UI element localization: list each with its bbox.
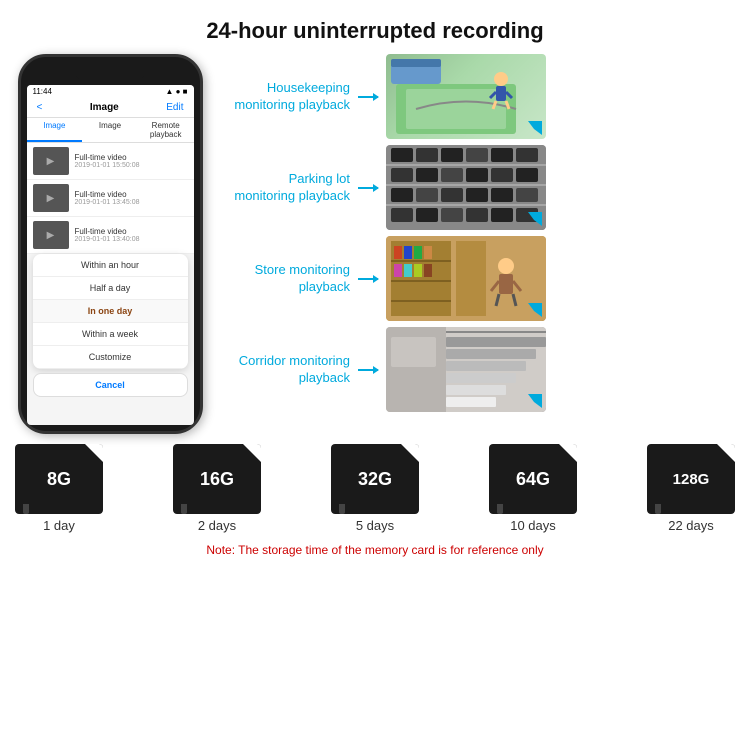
video-thumb-1: ▶: [33, 147, 69, 175]
phone-status-bar: 11:44 ▲ ● ■: [27, 85, 194, 98]
phone-video-item-3: ▶ Full-time video 2019-01-01 13:40:08: [27, 217, 194, 254]
connector-2: [358, 187, 378, 189]
phone-video-item-1: ▶ Full-time video 2019-01-01 15:50:08: [27, 143, 194, 180]
video-title-1: Full-time video: [75, 153, 188, 162]
dropdown-item-2[interactable]: Half a day: [33, 277, 188, 300]
phone-notch: [75, 67, 145, 81]
corner-arrow-4: [528, 394, 542, 408]
corner-arrow-3: [528, 303, 542, 317]
monitoring-image-4: [386, 327, 546, 412]
monitoring-item-2: Parking lotmonitoring playback: [220, 145, 740, 230]
storage-card-128g: 128G 22 days: [647, 444, 735, 533]
video-thumb-2: ▶: [33, 184, 69, 212]
storage-card-64g: 64G 10 days: [489, 444, 577, 533]
corner-arrow-1: [528, 121, 542, 135]
connector-4: [358, 369, 378, 371]
sd-notch-1: [23, 504, 29, 514]
store-scene-svg: [386, 236, 546, 321]
child-scene-svg: [386, 54, 546, 139]
connector-3: [358, 278, 378, 280]
phone-tabs: Image Image Remote playback: [27, 118, 194, 143]
video-title-3: Full-time video: [75, 227, 188, 236]
corner-arrow-2: [528, 212, 542, 226]
phone-video-item-2: ▶ Full-time video 2019-01-01 13:45:08: [27, 180, 194, 217]
dropdown-item-3[interactable]: In one day: [33, 300, 188, 323]
monitoring-label-1: Housekeepingmonitoring playback: [220, 80, 350, 114]
monitoring-item-3: Store monitoringplayback: [220, 236, 740, 321]
sd-size-3: 32G: [358, 469, 392, 490]
sd-size-2: 16G: [200, 469, 234, 490]
phone-signal: ▲ ● ■: [165, 87, 187, 96]
sd-notch-3: [339, 504, 345, 514]
dropdown-item-5[interactable]: Customize: [33, 346, 188, 369]
video-thumb-3: ▶: [33, 221, 69, 249]
monitoring-section: Housekeepingmonitoring playback: [220, 54, 740, 434]
storage-days-3: 5 days: [356, 518, 394, 533]
monitoring-item-4: Corridor monitoringplayback: [220, 327, 740, 412]
storage-section: 8G 1 day 16G 2 days 32G 5 days 64G 10 da…: [0, 434, 750, 557]
phone-screen-title: Image: [90, 102, 119, 113]
storage-days-5: 22 days: [668, 518, 714, 533]
phone-mockup: 11:44 ▲ ● ■ < Image Edit Image Image Rem…: [10, 54, 210, 434]
video-info-2: Full-time video 2019-01-01 13:45:08: [75, 190, 188, 206]
storage-card-8g: 8G 1 day: [15, 444, 103, 533]
video-date-1: 2019-01-01 15:50:08: [75, 162, 188, 169]
video-info-1: Full-time video 2019-01-01 15:50:08: [75, 153, 188, 169]
phone-cancel-button[interactable]: Cancel: [33, 373, 188, 397]
storage-days-4: 10 days: [510, 518, 556, 533]
sd-card-64g: 64G: [489, 444, 577, 514]
dropdown-item-1[interactable]: Within an hour: [33, 254, 188, 277]
sd-size-4: 64G: [516, 469, 550, 490]
phone-edit-button[interactable]: Edit: [166, 102, 183, 113]
phone-tab-image[interactable]: Image: [27, 118, 83, 142]
sd-notch-5: [655, 504, 661, 514]
phone-screen: 11:44 ▲ ● ■ < Image Edit Image Image Rem…: [27, 85, 194, 425]
phone-tab-image2[interactable]: Image: [82, 118, 138, 142]
monitoring-image-1: [386, 54, 546, 139]
storage-card-32g: 32G 5 days: [331, 444, 419, 533]
sd-notch-2: [181, 504, 187, 514]
monitoring-label-4: Corridor monitoringplayback: [220, 353, 350, 387]
monitoring-label-3: Store monitoringplayback: [220, 262, 350, 296]
parking-scene-svg: [386, 145, 546, 230]
connector-1: [358, 96, 378, 98]
sd-notch-4: [497, 504, 503, 514]
video-info-3: Full-time video 2019-01-01 13:40:08: [75, 227, 188, 243]
monitoring-image-2: [386, 145, 546, 230]
sd-card-16g: 16G: [173, 444, 261, 514]
page-title: 24-hour uninterrupted recording: [0, 0, 750, 54]
monitoring-label-2: Parking lotmonitoring playback: [220, 171, 350, 205]
video-title-2: Full-time video: [75, 190, 188, 199]
video-date-3: 2019-01-01 13:40:08: [75, 236, 188, 243]
monitoring-item-1: Housekeepingmonitoring playback: [220, 54, 740, 139]
storage-note: Note: The storage time of the memory car…: [15, 541, 735, 557]
phone-back-button[interactable]: <: [37, 102, 43, 113]
sd-size-5: 128G: [673, 471, 710, 488]
phone-nav-bar: < Image Edit: [27, 98, 194, 118]
sd-size-1: 8G: [47, 469, 71, 490]
sd-card-32g: 32G: [331, 444, 419, 514]
phone-time: 11:44: [33, 87, 52, 96]
storage-days-2: 2 days: [198, 518, 236, 533]
storage-days-1: 1 day: [43, 518, 75, 533]
monitoring-image-3: [386, 236, 546, 321]
storage-cards-row: 8G 1 day 16G 2 days 32G 5 days 64G 10 da…: [15, 444, 735, 533]
sd-card-8g: 8G: [15, 444, 103, 514]
corridor-scene-svg: [386, 327, 546, 412]
dropdown-item-4[interactable]: Within a week: [33, 323, 188, 346]
video-date-2: 2019-01-01 13:45:08: [75, 199, 188, 206]
sd-card-128g: 128G: [647, 444, 735, 514]
phone-dropdown[interactable]: Within an hour Half a day In one day Wit…: [33, 254, 188, 369]
storage-card-16g: 16G 2 days: [173, 444, 261, 533]
phone-tab-remote[interactable]: Remote playback: [138, 118, 194, 142]
